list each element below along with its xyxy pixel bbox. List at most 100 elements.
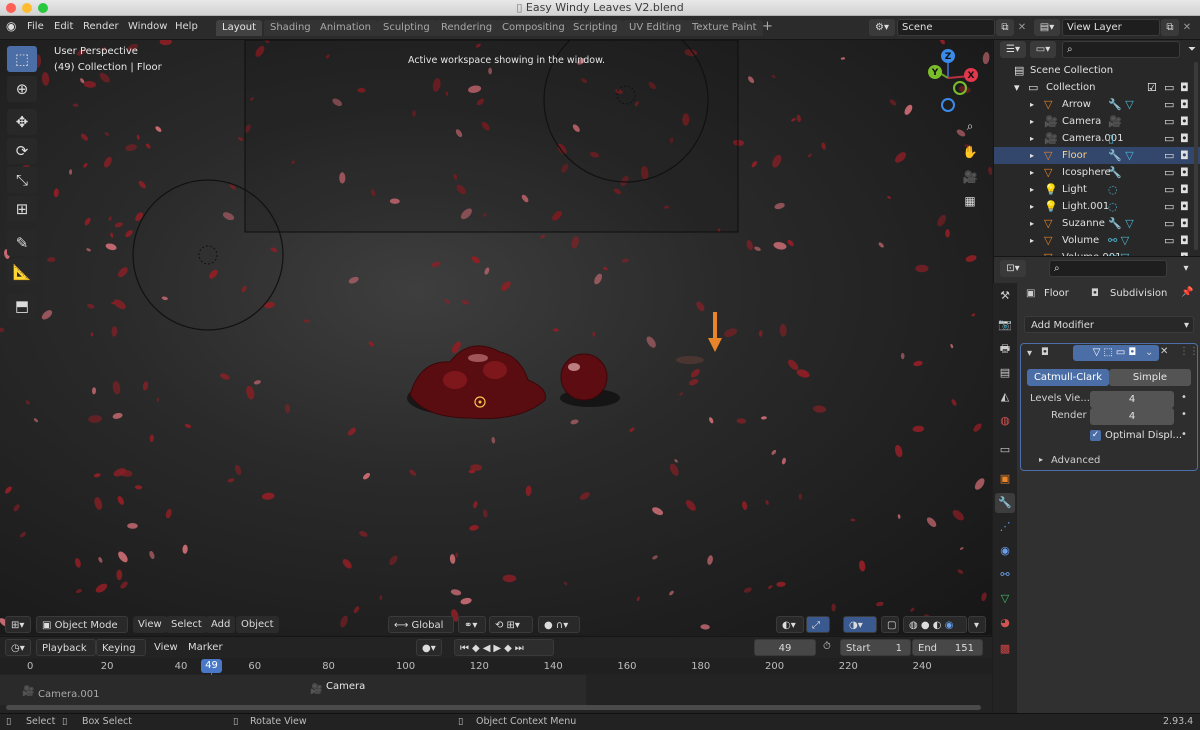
perspective-grid-icon[interactable]: ▦ bbox=[959, 190, 981, 212]
viewport-toggle-icon[interactable]: ▭ bbox=[1164, 164, 1174, 181]
marker-camera-001[interactable]: Camera.001 bbox=[38, 689, 100, 700]
view-layer-field[interactable]: View Layer bbox=[1062, 19, 1160, 36]
data-tab-icon[interactable]: ▽ bbox=[995, 589, 1015, 609]
collapse-arrow-icon[interactable]: ▾ bbox=[1027, 348, 1032, 359]
expand-arrow-icon[interactable]: ▸ bbox=[1039, 455, 1043, 464]
playback-menu[interactable]: Playback ▾ bbox=[36, 639, 96, 671]
rendered-shading-icon[interactable]: ◉ bbox=[945, 620, 954, 631]
object-mode-dropdown[interactable]: ▣ Object Mode ▾ bbox=[36, 616, 128, 648]
simple-button[interactable]: Simple bbox=[1109, 369, 1191, 386]
proportional-edit-icon[interactable]: ● ∩▾ bbox=[538, 616, 580, 633]
end-frame-field[interactable]: End 151 bbox=[912, 639, 983, 656]
scene-browse-icon[interactable]: ⚙▾ bbox=[869, 19, 895, 36]
shading-options-icon[interactable]: ▾ bbox=[968, 616, 986, 633]
blender-logo-icon[interactable]: ◉ bbox=[6, 19, 16, 33]
object-tab-icon[interactable]: ▣ bbox=[995, 469, 1015, 489]
view-menu[interactable]: View bbox=[133, 616, 167, 633]
object-menu[interactable]: Object bbox=[236, 616, 279, 633]
scale-tool-icon[interactable]: ⤡ bbox=[7, 167, 37, 193]
outliner-row-camera-001[interactable]: ▸ 🎥 Camera.001 ▯ ▭ ◘ bbox=[994, 130, 1200, 147]
tab-layout[interactable]: Layout bbox=[216, 20, 262, 36]
render-toggle-icon[interactable]: ◘ bbox=[1180, 215, 1189, 232]
include-checkbox-icon[interactable]: ☑ bbox=[1147, 79, 1157, 96]
animate-dot-icon[interactable]: • bbox=[1181, 409, 1187, 420]
annotate-tool-icon[interactable]: ✎ bbox=[7, 230, 37, 256]
playback-controls[interactable]: ⏮◆◀▶◆⏭ bbox=[454, 639, 554, 656]
render-toggle-icon[interactable]: ◘ bbox=[1180, 232, 1189, 249]
expand-arrow-icon[interactable]: ▸ bbox=[1030, 147, 1034, 164]
render-toggle-icon[interactable]: ◘ bbox=[1180, 96, 1189, 113]
menu-help[interactable]: Help bbox=[175, 21, 198, 32]
tab-shading[interactable]: Shading bbox=[264, 20, 317, 36]
menu-window[interactable]: Window bbox=[128, 21, 167, 32]
tab-animation[interactable]: Animation bbox=[314, 20, 377, 36]
render-toggle-icon[interactable]: ◘ bbox=[1180, 113, 1189, 130]
snap-icon[interactable]: ⟲ ⊞▾ bbox=[489, 616, 533, 633]
catmull-clark-button[interactable]: Catmull-Clark bbox=[1027, 369, 1109, 386]
visibility-icon[interactable]: ◐▾ bbox=[776, 616, 804, 633]
tool-tab-icon[interactable]: ⚒ bbox=[995, 286, 1015, 306]
outliner-row-light[interactable]: ▸ 💡 Light ◌ ▭ ◘ bbox=[994, 181, 1200, 198]
scene-tab-icon[interactable]: ◭ bbox=[995, 387, 1015, 407]
expand-arrow-icon[interactable]: ▸ bbox=[1030, 130, 1034, 147]
tab-sculpting[interactable]: Sculpting bbox=[377, 20, 436, 36]
constraints-tab-icon[interactable]: ⚯ bbox=[995, 565, 1015, 585]
transform-tool-icon[interactable]: ⊞ bbox=[7, 196, 37, 222]
properties-options-icon[interactable]: ▾ bbox=[1177, 260, 1195, 277]
render-toggle-icon[interactable]: ◘ bbox=[1180, 79, 1189, 96]
expand-arrow-icon[interactable]: ▾ bbox=[1014, 79, 1020, 96]
render-toggle-icon[interactable]: ◘ bbox=[1180, 198, 1189, 215]
outliner-row-volume[interactable]: ▸ ▽ Volume ⚯ ▽ ▭ ◘ bbox=[994, 232, 1200, 249]
texture-tab-icon[interactable]: ▩ bbox=[995, 639, 1015, 659]
timeline-scrollbar[interactable] bbox=[6, 705, 981, 710]
collection-row[interactable]: ▾ ▭ Collection ☑ ▭ ◘ bbox=[994, 79, 1200, 96]
add-menu[interactable]: Add bbox=[206, 616, 236, 633]
marker-camera[interactable]: Camera bbox=[326, 681, 365, 692]
add-modifier-dropdown[interactable]: Add Modifier ▾ bbox=[1024, 316, 1194, 333]
render-tab-icon[interactable]: 📷 bbox=[995, 315, 1015, 335]
advanced-subpanel-label[interactable]: Advanced bbox=[1051, 455, 1100, 466]
keying-menu[interactable]: Keying ▾ bbox=[96, 639, 146, 671]
outliner-row-light-001[interactable]: ▸ 💡 Light.001 ◌ ▭ ◘ bbox=[994, 198, 1200, 215]
select-box-tool-icon[interactable]: ⬚ bbox=[7, 46, 37, 72]
scene-name-field[interactable]: Scene bbox=[897, 19, 995, 36]
new-view-layer-icon[interactable]: ⧉ bbox=[1161, 19, 1179, 36]
render-toggle-icon[interactable]: ◘ bbox=[1180, 181, 1189, 198]
render-toggle-icon[interactable]: ◘ bbox=[1180, 164, 1189, 181]
render-levels-field[interactable]: 4 bbox=[1090, 408, 1174, 425]
outliner-row-icosphere[interactable]: ▸ ▽ Icosphere 🔧 ▭ ◘ bbox=[994, 164, 1200, 181]
outliner-filter-icon[interactable]: ▭▾ bbox=[1030, 41, 1056, 58]
collection-tab-icon[interactable]: ▭ bbox=[995, 440, 1015, 460]
transform-orientation-dropdown[interactable]: ⟷ Global ▾ bbox=[388, 616, 454, 648]
timeline-view-menu[interactable]: View bbox=[149, 639, 183, 656]
zoom-icon[interactable]: ⌕ bbox=[959, 115, 981, 137]
properties-editor-type-icon[interactable]: ⊡▾ bbox=[1000, 260, 1026, 277]
viewport-toggle-icon[interactable]: ▭ bbox=[1164, 198, 1174, 215]
scene-collection-row[interactable]: ▤ Scene Collection bbox=[994, 62, 1200, 79]
menu-edit[interactable]: Edit bbox=[54, 21, 73, 32]
expand-arrow-icon[interactable]: ▸ bbox=[1030, 232, 1034, 249]
outliner-row-floor[interactable]: ▸ ▽ Floor 🔧 ▽ ▭ ◘ bbox=[994, 147, 1200, 164]
zoom-window-button[interactable] bbox=[38, 3, 48, 13]
viewport-toggle-icon[interactable]: ▭ bbox=[1164, 113, 1174, 130]
remove-scene-icon[interactable]: ✕ bbox=[1013, 19, 1031, 36]
minimize-window-button[interactable] bbox=[22, 3, 32, 13]
outliner-row-arrow[interactable]: ▸ ▽ Arrow 🔧 ▽ ▭ ◘ bbox=[994, 96, 1200, 113]
outliner-row-camera[interactable]: ▸ 🎥 Camera 🎥 ▭ ◘ bbox=[994, 113, 1200, 130]
editor-type-icon[interactable]: ⊞▾ bbox=[5, 616, 31, 633]
new-scene-icon[interactable]: ⧉ bbox=[996, 19, 1014, 36]
viewport-toggle-icon[interactable]: ▭ bbox=[1164, 96, 1174, 113]
tab-compositing[interactable]: Compositing bbox=[496, 20, 571, 36]
outliner-row-suzanne[interactable]: ▸ ▽ Suzanne 🔧 ▽ ▭ ◘ bbox=[994, 215, 1200, 232]
outliner-scrollbar[interactable] bbox=[1194, 62, 1198, 250]
outliner-search-input[interactable]: ⌕ bbox=[1062, 41, 1180, 58]
pan-hand-icon[interactable]: ✋ bbox=[959, 141, 981, 163]
cursor-tool-icon[interactable]: ⊕ bbox=[7, 76, 37, 102]
expand-arrow-icon[interactable]: ▸ bbox=[1030, 164, 1034, 181]
timeline-editor-type-icon[interactable]: ◷▾ bbox=[5, 639, 31, 656]
tab-rendering[interactable]: Rendering bbox=[435, 20, 499, 36]
viewport-toggle-icon[interactable]: ▭ bbox=[1164, 181, 1174, 198]
properties-search-input[interactable]: ⌕ bbox=[1049, 260, 1167, 277]
physics-tab-icon[interactable]: ◉ bbox=[995, 541, 1015, 561]
pin-icon[interactable]: 📌 bbox=[1181, 287, 1193, 298]
